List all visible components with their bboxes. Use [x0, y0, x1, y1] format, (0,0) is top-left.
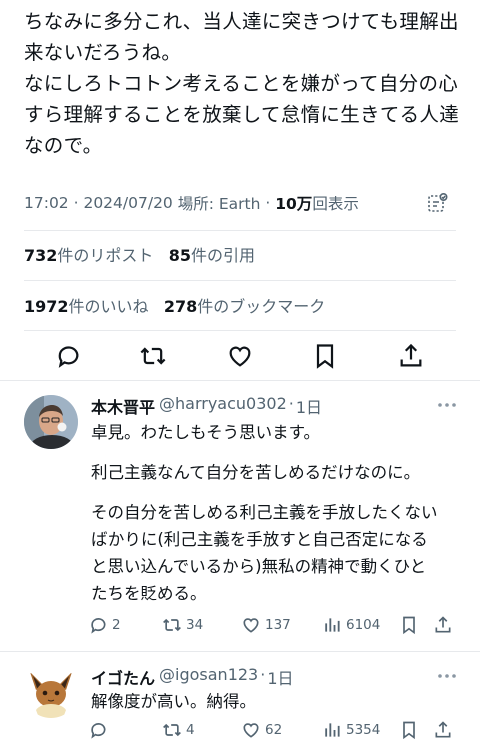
- reply-icon: [91, 618, 106, 634]
- views-button[interactable]: 5354: [322, 720, 380, 740]
- like-icon[interactable]: [226, 342, 254, 370]
- divider: [24, 230, 456, 231]
- reply-action-bar: 4 62 5354: [88, 720, 463, 744]
- divider: [0, 380, 480, 381]
- reply-line: 利己主義なんて自分を苦しめるだけなのに。: [91, 463, 421, 482]
- retweet-count: 4: [186, 722, 195, 738]
- reply-time[interactable]: 1日: [267, 665, 293, 689]
- reply-line: 解像度が高い。納得。: [91, 692, 256, 711]
- bookmark-icon[interactable]: [399, 720, 419, 740]
- tweet-action-bar: [0, 340, 480, 372]
- reply-line: 卓見。わたしもそう思います。: [91, 423, 321, 442]
- tweet-text: ちなみに多分これ、当人達に突きつけても理解出 来ないだろうね。 なにしろトコトン…: [24, 6, 464, 161]
- tweet-line: すら理解することを放棄して怠惰に生きてる人達: [24, 103, 460, 126]
- like-count: 62: [265, 722, 283, 738]
- views-icon: [325, 618, 340, 632]
- reply-header: イゴたん @igosan123 · 1日: [91, 665, 294, 689]
- views-label: 回表示: [312, 195, 359, 213]
- like-button[interactable]: 62: [241, 720, 282, 740]
- tweet-time[interactable]: 17:02: [24, 194, 69, 212]
- retweet-count: 34: [186, 617, 204, 633]
- more-icon[interactable]: [436, 400, 458, 410]
- like-icon: [243, 618, 259, 633]
- reply-button[interactable]: [88, 720, 112, 740]
- reply-line-spacer: [91, 446, 438, 459]
- tweet-line: 来ないだろうね。: [24, 41, 182, 64]
- reply-author-handle[interactable]: @harryacu0302: [159, 394, 287, 418]
- retweet-button[interactable]: 4: [162, 720, 195, 740]
- tweet-line: ちなみに多分これ、当人達に突きつけても理解出: [24, 10, 459, 33]
- reply-count: 2: [112, 617, 121, 633]
- bookmark-icon[interactable]: [311, 342, 339, 370]
- like-bookmark-stats: 1972件のいいね 278件のブックマーク: [24, 293, 325, 317]
- reply-line: その自分を苦しめる利己主義を手放したくない: [91, 503, 438, 522]
- views-button[interactable]: 6104: [322, 615, 380, 635]
- tweet-line: なにしろトコトン考えることを嫌がって自分の心: [24, 72, 459, 95]
- bookmarks-stat[interactable]: 278件のブックマーク: [164, 297, 325, 316]
- quotes-stat[interactable]: 85件の引用: [169, 246, 255, 265]
- avatar-eevee: [24, 664, 78, 718]
- reply-author-name[interactable]: 本木晋平: [91, 394, 155, 418]
- tweet-meta: 17:02 · 2024/07/20 場所: Earth · 10万 回表示: [24, 194, 359, 213]
- likes-stat[interactable]: 1972件のいいね: [24, 297, 149, 316]
- reply-line: と思い込んでいるから)無私の精神で動くひと: [91, 557, 427, 576]
- divider: [0, 651, 480, 652]
- reply-icon[interactable]: [54, 342, 82, 370]
- reply-action-bar: 2 34 137 6104: [88, 615, 463, 639]
- retweet-button[interactable]: 34: [162, 615, 203, 635]
- avatar[interactable]: [24, 395, 78, 449]
- tweet-line: なので。: [24, 134, 103, 157]
- divider: [24, 330, 456, 331]
- reply-header: 本木晋平 @harryacu0302 · 1日: [91, 394, 323, 418]
- more-icon[interactable]: [436, 671, 458, 681]
- tweet-place: 場所: Earth: [177, 195, 261, 213]
- retweet-icon[interactable]: [139, 342, 167, 370]
- reply-line-spacer: [91, 486, 438, 499]
- views-count: 10万: [275, 195, 313, 213]
- share-icon[interactable]: [433, 615, 453, 635]
- like-button[interactable]: 137: [241, 615, 291, 635]
- reply-icon: [91, 723, 106, 739]
- views-count: 5354: [346, 722, 381, 738]
- avatar[interactable]: [24, 664, 78, 718]
- reply-author-name[interactable]: イゴたん: [91, 665, 155, 689]
- retweet-icon: [163, 723, 181, 737]
- reply-line: ばかりに(利己主義を手放すと自己否定になる: [91, 530, 428, 549]
- views-icon: [325, 723, 340, 737]
- bookmark-icon[interactable]: [399, 615, 419, 635]
- reply-text: 卓見。わたしもそう思います。 利己主義なんて自分を苦しめるだけなのに。 その自分…: [91, 419, 438, 607]
- reposts-stat[interactable]: 732件のリポスト: [24, 246, 153, 265]
- grok-icon[interactable]: [426, 191, 450, 215]
- avatar-photo: [24, 395, 78, 449]
- reply-author-handle[interactable]: @igosan123: [159, 665, 258, 689]
- repost-quote-stats: 732件のリポスト 85件の引用: [24, 242, 255, 266]
- views-count: 6104: [346, 617, 381, 633]
- like-count: 137: [265, 617, 291, 633]
- tweet-date[interactable]: 2024/07/20: [83, 194, 172, 212]
- like-icon: [243, 723, 259, 738]
- share-icon[interactable]: [433, 720, 453, 740]
- divider: [24, 280, 456, 281]
- reply-button[interactable]: 2: [88, 615, 121, 635]
- reply-time[interactable]: 1日: [296, 394, 322, 418]
- reply-text: 解像度が高い。納得。: [91, 688, 256, 715]
- retweet-icon: [163, 618, 181, 632]
- share-icon[interactable]: [397, 342, 425, 370]
- reply-line: たちを貶める。: [91, 584, 207, 603]
